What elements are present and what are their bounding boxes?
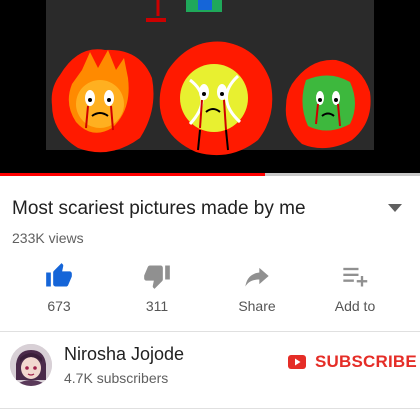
video-thumbnail <box>0 0 420 176</box>
divider-bottom <box>0 408 420 409</box>
like-count: 673 <box>47 298 71 314</box>
add-to-label: Add to <box>334 298 376 314</box>
share-label: Share <box>238 298 276 314</box>
thumbs-down-icon <box>144 265 170 289</box>
video-actions: 673 311 Share Add to <box>0 258 420 322</box>
share-icon <box>245 267 269 287</box>
youtube-play-icon <box>288 355 306 369</box>
channel-avatar[interactable] <box>10 344 52 386</box>
share-button[interactable]: Share <box>212 258 302 322</box>
channel-name[interactable]: Nirosha Jojode <box>64 344 184 365</box>
expand-description-icon[interactable] <box>385 201 405 215</box>
video-title-row[interactable]: Most scariest pictures made by me <box>0 176 420 230</box>
like-button[interactable]: 673 <box>14 258 104 322</box>
add-to-playlist-icon <box>343 267 368 287</box>
dislike-count: 311 <box>145 298 169 314</box>
dislike-button[interactable]: 311 <box>112 258 202 322</box>
channel-row: Nirosha Jojode 4.7K subscribers SUBSCRIB… <box>0 332 420 402</box>
video-player[interactable] <box>0 0 420 176</box>
subscriber-count: 4.7K subscribers <box>64 370 169 386</box>
thumbs-up-icon <box>46 263 72 287</box>
view-count: 233K views <box>12 230 84 246</box>
add-to-button[interactable]: Add to <box>310 258 400 322</box>
avatar-image <box>10 344 52 386</box>
subscribe-label: SUBSCRIBE <box>315 352 417 371</box>
video-title: Most scariest pictures made by me <box>12 198 306 219</box>
